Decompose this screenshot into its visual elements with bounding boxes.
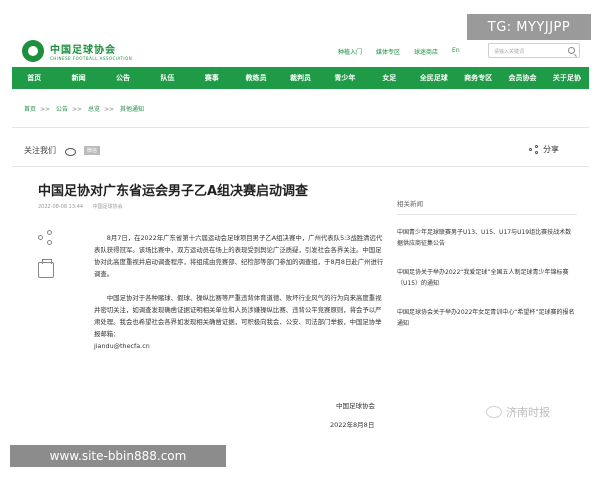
nav-referees[interactable]: 裁判员 xyxy=(278,73,322,83)
breadcrumb-other[interactable]: 其他通知 xyxy=(120,106,144,113)
signature-date: 2022年8月8日 xyxy=(330,421,375,429)
wechat-icon xyxy=(486,406,502,418)
nav-teams[interactable]: 队伍 xyxy=(145,73,189,83)
print-icon[interactable] xyxy=(38,259,54,278)
related-item[interactable]: 中国足协关于举办2022“我爱足球”全国五人制足球青少年锦标赛（U15）的通知 xyxy=(397,267,577,289)
nav-home[interactable]: 首页 xyxy=(12,73,56,83)
article-tools xyxy=(38,230,54,290)
search-icon[interactable] xyxy=(568,47,575,54)
nav-women[interactable]: 女足 xyxy=(367,73,411,83)
article-paragraph: 中国足协对于各种赌球、假球、操纵比赛等严重违背体育道德、败坏行业风气的行为向来高… xyxy=(94,294,382,338)
article-title: 中国足协对广东省运会男子乙A组决赛启动调查 xyxy=(38,184,309,199)
weixin-badge[interactable]: 微信 xyxy=(84,146,101,155)
divider xyxy=(12,166,589,167)
cfa-crest-icon xyxy=(22,40,44,62)
toplink-shop[interactable]: 球迷商店 xyxy=(414,47,438,56)
divider xyxy=(12,127,589,128)
article-meta: 2022-08-08 13:44 中国足球协会 xyxy=(38,203,123,210)
weibo-icon[interactable] xyxy=(64,146,76,156)
cfa-logo[interactable]: 中国足球协会 CHINESE FOOTBALL ASSOCIATION xyxy=(22,40,132,62)
related-item[interactable]: 中国青少年足球联赛男子U13、U15、U17与U19组比赛技战术数据供应商征集公… xyxy=(397,227,577,249)
breadcrumb: 首页 >> 公告 >> 总览 >> 其他通知 xyxy=(24,106,145,113)
follow-label: 关注我们 xyxy=(24,146,56,155)
related-news: 相关新闻 中国青少年足球联赛男子U13、U15、U17与U19组比赛技战术数据供… xyxy=(397,198,577,347)
article-date: 2022-08-08 13:44 xyxy=(38,204,84,210)
breadcrumb-overview[interactable]: 总览 xyxy=(88,106,100,113)
search-input[interactable]: 请输入关键词 xyxy=(488,43,580,58)
article-source: 中国足球协会 xyxy=(92,204,123,210)
site-watermark: www.site-bbin888.com xyxy=(10,445,226,467)
toplink-media[interactable]: 媒体专区 xyxy=(376,47,400,56)
toplink-english[interactable]: En xyxy=(452,47,460,56)
report-email[interactable]: jiandu@thecfa.cn xyxy=(94,340,384,352)
logo-en-text: CHINESE FOOTBALL ASSOCIATION xyxy=(50,56,133,61)
nav-youth[interactable]: 青少年 xyxy=(323,73,367,83)
search-placeholder: 请输入关键词 xyxy=(494,49,525,55)
nav-members[interactable]: 会员协会 xyxy=(500,73,544,83)
share-label: 分享 xyxy=(543,145,559,154)
nav-coaches[interactable]: 教练员 xyxy=(234,73,278,83)
newspaper-name: 济南时报 xyxy=(506,406,550,419)
tg-watermark: TG: MYYJJPP xyxy=(467,14,591,40)
nav-grassroots[interactable]: 全民足球 xyxy=(412,73,456,83)
signature-org: 中国足球协会 xyxy=(336,402,375,410)
main-nav: 首页 新闻 公告 队伍 赛事 教练员 裁判员 青少年 女足 全民足球 商务专区 … xyxy=(12,67,589,89)
nav-notice[interactable]: 公告 xyxy=(101,73,145,83)
newspaper-watermark: 济南时报 xyxy=(486,404,550,420)
article-paragraph: 8月7日，在2022年广东省第十六届运动会足球项目男子乙A组决赛中，广州代表队5… xyxy=(94,234,384,278)
nav-about[interactable]: 关于足协 xyxy=(545,73,589,83)
toplink-0[interactable]: 种植入门 xyxy=(338,47,362,56)
nav-events[interactable]: 赛事 xyxy=(190,73,234,83)
follow-row: 关注我们 微信 xyxy=(24,145,101,156)
article-body: 8月7日，在2022年广东省第十六届运动会足球项目男子乙A组决赛中，广州代表队5… xyxy=(94,232,384,364)
breadcrumb-notice[interactable]: 公告 xyxy=(56,106,68,113)
related-heading: 相关新闻 xyxy=(397,198,577,215)
nav-news[interactable]: 新闻 xyxy=(56,73,100,83)
top-links: 种植入门 媒体专区 球迷商店 En xyxy=(338,47,474,56)
share-button[interactable]: 分享 xyxy=(529,144,559,155)
share-icon xyxy=(529,144,539,155)
share-icon[interactable] xyxy=(38,230,54,246)
related-item[interactable]: 中国足球协会关于举办2022年女足青训中心“希望杯”足球赛的报名通知 xyxy=(397,307,577,329)
breadcrumb-home[interactable]: 首页 xyxy=(24,106,36,113)
logo-cn-text: 中国足球协会 xyxy=(50,45,116,56)
nav-business[interactable]: 商务专区 xyxy=(456,73,500,83)
